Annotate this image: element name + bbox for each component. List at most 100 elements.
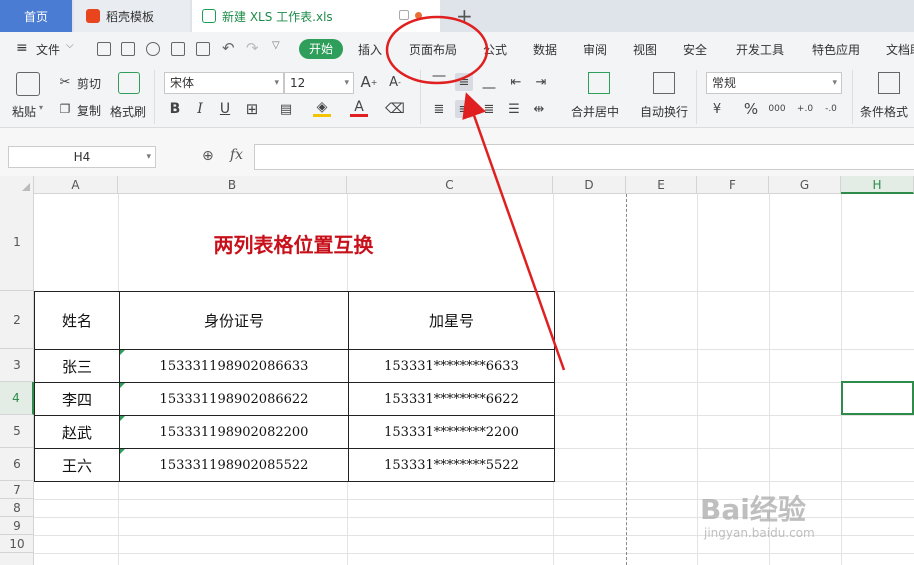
menu-developer[interactable]: 开发工具 [736, 41, 784, 58]
align-right-icon[interactable]: ≣ [480, 100, 498, 118]
formula-input[interactable] [254, 144, 914, 170]
decrease-indent-icon[interactable]: ⇤ [507, 73, 525, 91]
percent-button[interactable]: % [742, 100, 760, 118]
open-folder-icon[interactable] [97, 42, 111, 56]
tab-home[interactable]: 首页 [0, 0, 72, 32]
hamburger-icon[interactable]: ≡ [16, 40, 28, 56]
name-cell[interactable]: 赵武 [34, 415, 120, 449]
print-preview-icon[interactable] [196, 42, 210, 56]
number-format-select[interactable]: 常规 ▾ [706, 72, 842, 94]
justify-icon[interactable]: ☰ [505, 100, 523, 118]
name-cell[interactable]: 张三 [34, 349, 120, 383]
column-header-d[interactable]: D [553, 176, 626, 194]
conditional-format-icon[interactable] [878, 72, 900, 94]
align-top-icon[interactable]: ⎺ [430, 73, 448, 91]
column-header-e[interactable]: E [626, 176, 697, 194]
merge-center-icon[interactable] [588, 72, 610, 94]
share-icon[interactable] [146, 42, 160, 56]
increase-decimal-icon[interactable]: +.0 [796, 100, 814, 118]
column-header-g[interactable]: G [769, 176, 841, 194]
font-name-select[interactable]: 宋体 ▾ [164, 72, 284, 94]
masked-cell[interactable]: 153331********2200 [348, 415, 555, 449]
column-header-b[interactable]: B [118, 176, 347, 194]
chevron-down-icon[interactable]: ⌵ [66, 40, 74, 51]
header-name[interactable]: 姓名 [34, 291, 120, 350]
currency-icon[interactable]: ¥ [708, 100, 726, 118]
align-center-icon[interactable]: ≡ [455, 100, 473, 118]
paste-button[interactable]: 粘贴 [12, 103, 36, 120]
quick-access-more-icon[interactable]: ▽ [272, 40, 280, 51]
select-all-button[interactable] [0, 176, 34, 194]
menu-doc-assistant[interactable]: 文档助 [886, 41, 914, 58]
menu-special[interactable]: 特色应用 [812, 41, 860, 58]
column-header-c[interactable]: C [347, 176, 553, 194]
tab-file[interactable]: 新建 XLS 工作表.xls [192, 0, 440, 32]
row-header-6[interactable]: 6 [0, 448, 34, 481]
row-header-5[interactable]: 5 [0, 415, 34, 448]
cut-button[interactable]: 剪切 [77, 75, 101, 92]
menu-file[interactable]: 文件 [36, 41, 60, 58]
id-cell[interactable]: 153331198902082200 [119, 415, 349, 449]
name-cell[interactable]: 王六 [34, 448, 120, 482]
fill-color-icon[interactable]: ◈ [313, 99, 331, 117]
row-header-7[interactable]: 7 [0, 481, 34, 499]
menu-page-layout[interactable]: 页面布局 [409, 41, 457, 58]
redo-icon[interactable]: ↷ [246, 39, 259, 57]
increase-font-icon[interactable]: A + [360, 73, 378, 91]
id-cell[interactable]: 153331198902086622 [119, 382, 349, 416]
menu-start[interactable]: 开始 [299, 39, 343, 59]
row-header-9[interactable]: 9 [0, 517, 34, 535]
conditional-format-button[interactable]: 条件格式 [860, 103, 908, 120]
font-color-icon[interactable]: A [350, 99, 368, 117]
print-icon[interactable] [171, 42, 185, 56]
format-painter-button[interactable]: 格式刷 [110, 103, 146, 120]
selected-cell-h4[interactable] [841, 381, 914, 415]
row-header-2[interactable]: 2 [0, 291, 34, 349]
name-box[interactable]: H4 ▾ [8, 146, 156, 168]
decrease-font-icon[interactable]: A- [386, 73, 404, 91]
row-header-3[interactable]: 3 [0, 349, 34, 382]
increase-indent-icon[interactable]: ⇥ [532, 73, 550, 91]
border-icon[interactable]: ⊞ [243, 100, 261, 118]
menu-review[interactable]: 审阅 [583, 41, 607, 58]
font-size-select[interactable]: 12 ▾ [284, 72, 354, 94]
zoom-icon[interactable]: ⊕ [202, 148, 214, 164]
wrap-text-button[interactable]: 自动换行 [640, 103, 688, 120]
name-cell[interactable]: 李四 [34, 382, 120, 416]
save-icon[interactable] [121, 42, 135, 56]
masked-cell[interactable]: 153331********6622 [348, 382, 555, 416]
undo-icon[interactable]: ↶ [222, 39, 235, 57]
menu-security[interactable]: 安全 [683, 41, 707, 58]
underline-button[interactable]: U [216, 100, 234, 118]
scissors-icon[interactable]: ✂ [56, 73, 74, 91]
align-left-icon[interactable]: ≣ [430, 100, 448, 118]
copy-button[interactable]: 复制 [77, 102, 101, 119]
bold-button[interactable]: B [166, 100, 184, 118]
column-header-f[interactable]: F [697, 176, 769, 194]
paste-dropdown-icon[interactable]: ▾ [39, 103, 43, 112]
sheet-title-cell[interactable]: 两列表格位置互换 [34, 194, 553, 293]
merge-center-button[interactable]: 合并居中 [571, 103, 619, 120]
menu-formula[interactable]: 公式 [483, 41, 507, 58]
header-masked[interactable]: 加星号 [348, 291, 555, 350]
italic-button[interactable]: I [191, 100, 209, 118]
menu-insert[interactable]: 插入 [358, 41, 382, 58]
menu-view[interactable]: 视图 [633, 41, 657, 58]
column-header-h[interactable]: H [841, 176, 914, 194]
masked-cell[interactable]: 153331********5522 [348, 448, 555, 482]
align-bottom-icon[interactable]: ⎽ [480, 73, 498, 91]
header-id-number[interactable]: 身份证号 [119, 291, 349, 350]
restore-icon[interactable] [399, 10, 409, 20]
row-header-10[interactable]: 10 [0, 535, 34, 553]
id-cell[interactable]: 153331198902085522 [119, 448, 349, 482]
function-button[interactable]: fx [230, 147, 243, 163]
row-header-4[interactable]: 4 [0, 382, 34, 415]
fill-pattern-icon[interactable]: ▤ [277, 100, 295, 118]
format-painter-icon[interactable] [118, 72, 140, 94]
masked-cell[interactable]: 153331********6633 [348, 349, 555, 383]
thousands-separator-button[interactable]: 000 [768, 100, 786, 118]
align-middle-icon[interactable]: ≡ [455, 73, 473, 91]
distributed-icon[interactable]: ⇹ [530, 100, 548, 118]
paste-icon[interactable] [16, 72, 40, 96]
id-cell[interactable]: 153331198902086633 [119, 349, 349, 383]
